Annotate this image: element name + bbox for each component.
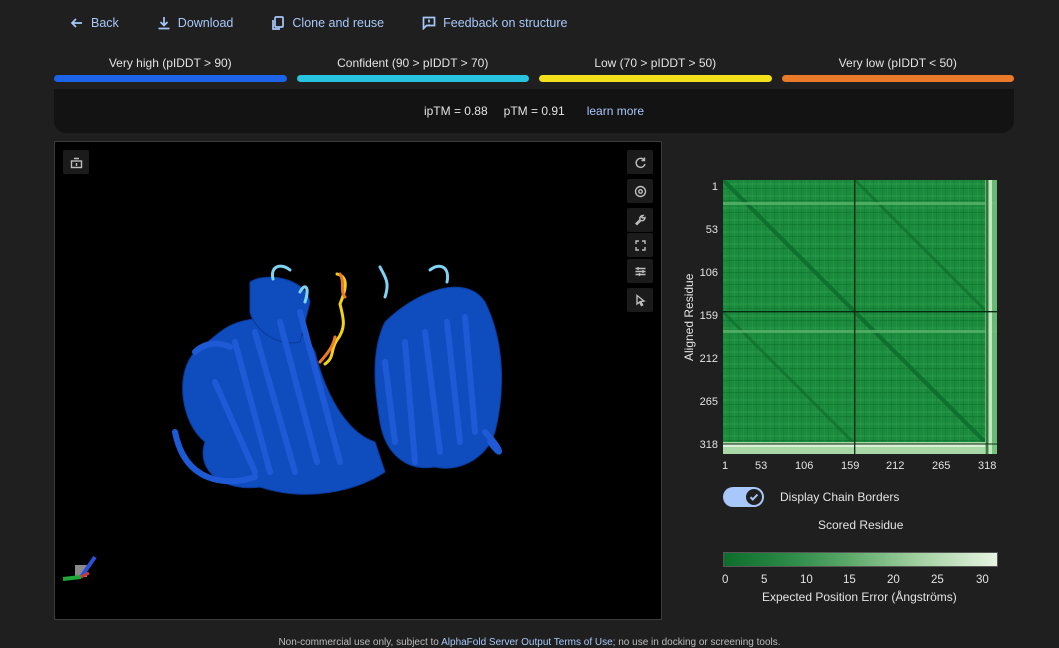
plddt-legend: Very high (pIDDT > 90) Confident (90 > p… [54,56,1014,82]
check-icon [749,493,759,501]
display-chain-borders-label: Display Chain Borders [780,490,900,504]
score-panel: ipTM = 0.88 pTM = 0.91 learn more [54,89,1014,133]
feedback-label: Feedback on structure [443,16,568,30]
legend-bar [781,75,1014,82]
colorbar-tick: 0 [722,574,729,586]
colorbar-tick: 10 [800,574,813,586]
legend-very-high: Very high (pIDDT > 90) [54,56,287,82]
y-tick: 159 [699,310,718,322]
display-chain-borders-toggle[interactable] [723,487,764,507]
clone-reuse-button[interactable]: Clone and reuse [271,16,384,30]
x-tick: 159 [841,460,860,472]
legend-confident: Confident (90 > pIDDT > 70) [296,56,529,82]
learn-more-link[interactable]: learn more [587,104,644,118]
iptm-score: ipTM = 0.88 [423,104,488,118]
x-tick: 318 [978,460,997,472]
copy-icon [272,16,285,30]
terms-link[interactable]: AlphaFold Server Output Terms of Use [441,637,613,648]
y-tick: 1 [711,181,718,193]
legend-label: Very high (pIDDT > 90) [108,56,232,70]
download-label: Download [177,16,234,30]
download-button[interactable]: Download [157,16,234,30]
toggle-knob [746,489,762,505]
x-tick: 106 [795,460,814,472]
footer-terms: Non-commercial use only, subject to Alph… [0,637,1059,648]
chain-borders [723,180,997,454]
y-tick: 212 [699,353,718,365]
x-tick: 265 [932,460,951,472]
y-tick: 106 [699,267,718,279]
legend-label: Low (70 > pIDDT > 50) [594,56,717,70]
colorbar-tick: 25 [931,574,944,586]
colorbar-tick: 5 [761,574,768,586]
legend-label: Confident (90 > pIDDT > 70) [337,56,489,70]
feedback-button[interactable]: Feedback on structure [422,16,568,30]
y-tick: 53 [705,224,718,236]
legend-very-low: Very low (pIDDT < 50) [781,56,1014,82]
arrow-left-icon [70,18,82,28]
pae-x-axis-label: Scored Residue [818,518,904,532]
legend-bar [539,75,772,82]
x-tick: 53 [755,460,768,472]
x-tick: 1 [722,460,729,472]
download-icon [158,17,170,30]
structure-viewer[interactable] [54,141,662,620]
top-action-bar: Back Download Clone and reuse Feedback o… [70,12,606,34]
footer-prefix: Non-commercial use only, subject to [278,637,442,648]
y-tick: 265 [699,396,718,408]
feedback-icon [422,16,436,30]
legend-label: Very low (pIDDT < 50) [838,56,957,70]
legend-bar [296,75,529,82]
ptm-score: pTM = 0.91 [503,104,565,118]
colorbar-title: Expected Position Error (Ångströms) [762,590,957,604]
footer-suffix: ; no use in docking or screening tools. [612,637,781,648]
legend-bar [54,75,287,82]
axes-gizmo [62,555,97,581]
colorbar-tick: 30 [976,574,989,586]
back-button[interactable]: Back [70,16,119,30]
legend-low: Low (70 > pIDDT > 50) [539,56,772,82]
x-tick: 212 [886,460,905,472]
clone-reuse-label: Clone and reuse [292,16,385,30]
colorbar-tick: 20 [887,574,900,586]
colorbar-tick: 15 [843,574,856,586]
back-label: Back [91,16,119,30]
y-tick: 318 [699,439,718,451]
pae-colorbar [723,552,998,567]
protein-structure-render [172,264,503,495]
